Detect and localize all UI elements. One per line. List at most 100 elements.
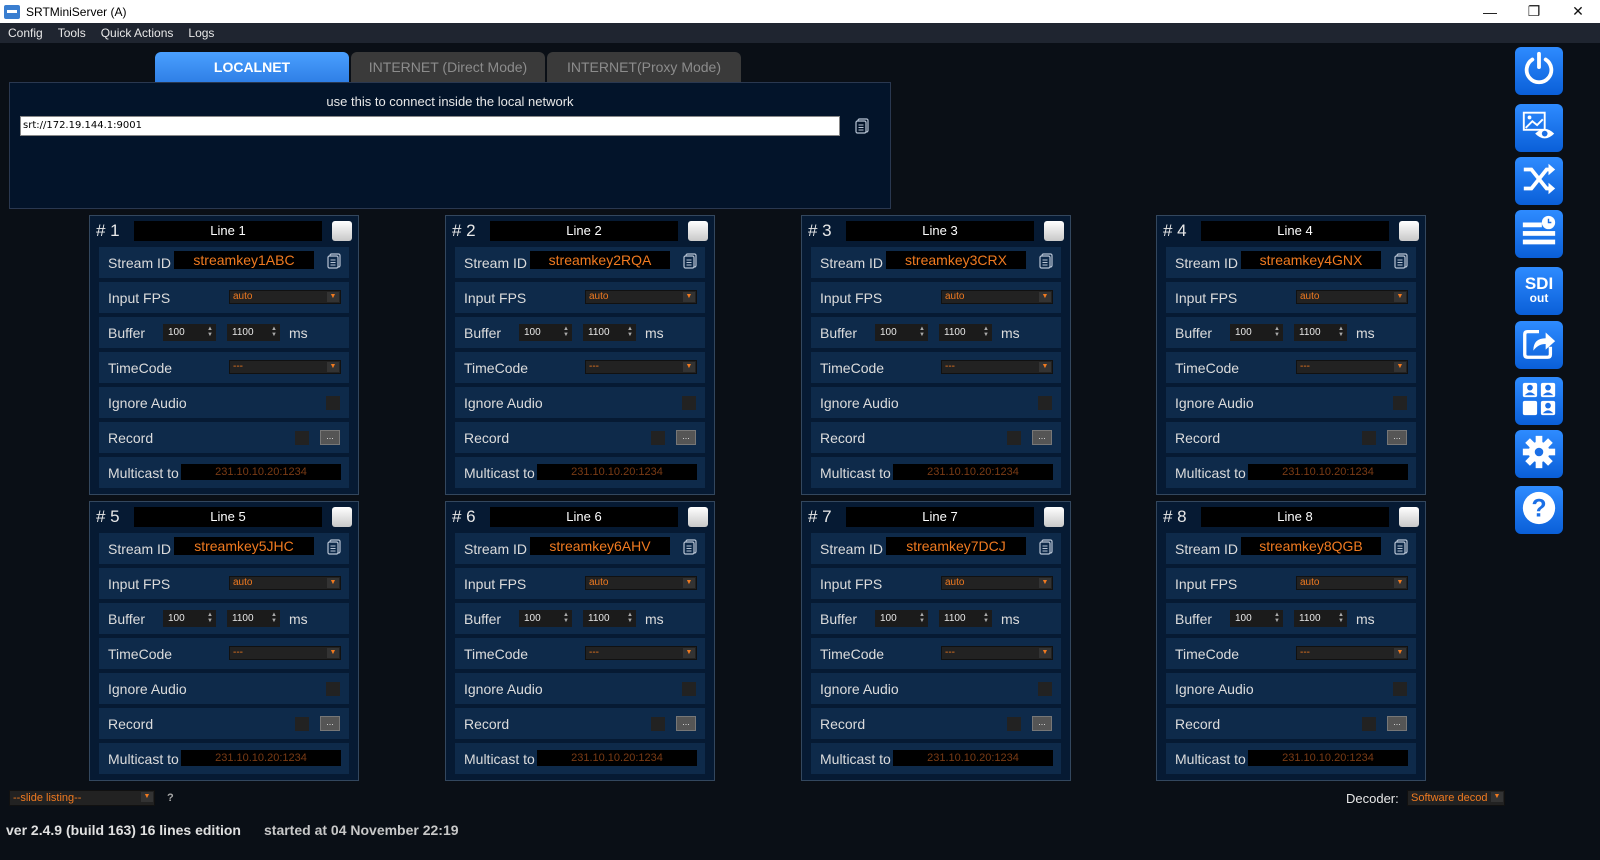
- ignore-audio-checkbox[interactable]: [1038, 682, 1052, 696]
- spinner-arrows-icon[interactable]: ▲ ▼: [982, 612, 990, 625]
- line-name-field[interactable]: Line 5: [134, 507, 322, 527]
- line-enable-checkbox[interactable]: [688, 221, 708, 241]
- stream-id-field[interactable]: streamkey4GNX: [1241, 251, 1381, 269]
- line-name-field[interactable]: Line 3: [846, 221, 1034, 241]
- ignore-audio-checkbox[interactable]: [682, 682, 696, 696]
- input-fps-dropdown[interactable]: auto ▼: [1296, 576, 1408, 590]
- line-enable-checkbox[interactable]: [688, 507, 708, 527]
- stream-id-field[interactable]: streamkey5JHC: [174, 537, 314, 555]
- multicast-field[interactable]: 231.10.10.20:1234: [181, 750, 341, 766]
- record-checkbox[interactable]: [651, 717, 665, 731]
- slide-help-button[interactable]: ?: [167, 792, 174, 804]
- copy-stream-id-icon[interactable]: [1039, 539, 1053, 555]
- line-enable-checkbox[interactable]: [332, 507, 352, 527]
- record-browse-button[interactable]: ...: [1032, 716, 1052, 731]
- timecode-dropdown[interactable]: --- ▼: [229, 360, 341, 374]
- input-fps-dropdown[interactable]: auto ▼: [1296, 290, 1408, 304]
- record-browse-button[interactable]: ...: [320, 430, 340, 445]
- buffer-min-spinner[interactable]: 100 ▲ ▼: [163, 324, 216, 341]
- preview-button[interactable]: [1515, 104, 1563, 152]
- ignore-audio-checkbox[interactable]: [1393, 682, 1407, 696]
- power-button[interactable]: [1515, 47, 1563, 95]
- srt-url-field[interactable]: srt://172.19.144.1:9001: [20, 116, 840, 136]
- record-browse-button[interactable]: ...: [1387, 716, 1407, 731]
- spinner-arrows-icon[interactable]: ▲ ▼: [1273, 612, 1281, 625]
- input-fps-dropdown[interactable]: auto ▼: [585, 576, 697, 590]
- buffer-max-spinner[interactable]: 1100 ▲ ▼: [227, 610, 280, 627]
- record-checkbox[interactable]: [1362, 717, 1376, 731]
- menu-tools[interactable]: Tools: [50, 26, 93, 40]
- line-name-field[interactable]: Line 2: [490, 221, 678, 241]
- spinner-arrows-icon[interactable]: ▲ ▼: [918, 612, 926, 625]
- buffer-min-spinner[interactable]: 100 ▲ ▼: [519, 324, 572, 341]
- buffer-min-spinner[interactable]: 100 ▲ ▼: [875, 324, 928, 341]
- buffer-max-spinner[interactable]: 1100 ▲ ▼: [939, 610, 992, 627]
- copy-stream-id-icon[interactable]: [1394, 539, 1408, 555]
- ignore-audio-checkbox[interactable]: [326, 396, 340, 410]
- copy-stream-id-icon[interactable]: [327, 253, 341, 269]
- record-browse-button[interactable]: ...: [1032, 430, 1052, 445]
- stream-id-field[interactable]: streamkey2RQA: [530, 251, 670, 269]
- share-button[interactable]: [1515, 321, 1563, 369]
- line-enable-checkbox[interactable]: [1399, 507, 1419, 527]
- shuffle-button[interactable]: [1515, 157, 1563, 205]
- record-checkbox[interactable]: [295, 431, 309, 445]
- spinner-arrows-icon[interactable]: ▲ ▼: [626, 326, 634, 339]
- buffer-max-spinner[interactable]: 1100 ▲ ▼: [939, 324, 992, 341]
- timecode-dropdown[interactable]: --- ▼: [941, 646, 1053, 660]
- menu-config[interactable]: Config: [0, 26, 50, 40]
- line-enable-checkbox[interactable]: [1044, 507, 1064, 527]
- multicast-field[interactable]: 231.10.10.20:1234: [893, 464, 1053, 480]
- input-fps-dropdown[interactable]: auto ▼: [229, 576, 341, 590]
- timecode-dropdown[interactable]: --- ▼: [1296, 646, 1408, 660]
- timecode-dropdown[interactable]: --- ▼: [585, 360, 697, 374]
- multicast-field[interactable]: 231.10.10.20:1234: [537, 750, 697, 766]
- ignore-audio-checkbox[interactable]: [1038, 396, 1052, 410]
- menu-quick-actions[interactable]: Quick Actions: [93, 26, 181, 40]
- buffer-min-spinner[interactable]: 100 ▲ ▼: [1230, 324, 1283, 341]
- stream-id-field[interactable]: streamkey1ABC: [174, 251, 314, 269]
- record-browse-button[interactable]: ...: [320, 716, 340, 731]
- line-enable-checkbox[interactable]: [332, 221, 352, 241]
- help-button[interactable]: ?: [1515, 486, 1563, 534]
- copy-stream-id-icon[interactable]: [683, 539, 697, 555]
- buffer-min-spinner[interactable]: 100 ▲ ▼: [875, 610, 928, 627]
- copy-stream-id-icon[interactable]: [683, 253, 697, 269]
- input-fps-dropdown[interactable]: auto ▼: [941, 290, 1053, 304]
- line-name-field[interactable]: Line 8: [1201, 507, 1389, 527]
- minimize-button[interactable]: —: [1468, 0, 1512, 23]
- timecode-dropdown[interactable]: --- ▼: [585, 646, 697, 660]
- record-checkbox[interactable]: [651, 431, 665, 445]
- stream-id-field[interactable]: streamkey7DCJ: [886, 537, 1026, 555]
- multicast-field[interactable]: 231.10.10.20:1234: [537, 464, 697, 480]
- line-enable-checkbox[interactable]: [1044, 221, 1064, 241]
- timecode-dropdown[interactable]: --- ▼: [1296, 360, 1408, 374]
- multicast-field[interactable]: 231.10.10.20:1234: [1248, 464, 1408, 480]
- spinner-arrows-icon[interactable]: ▲ ▼: [1337, 612, 1345, 625]
- record-checkbox[interactable]: [1007, 717, 1021, 731]
- record-checkbox[interactable]: [295, 717, 309, 731]
- decoder-dropdown[interactable]: Software decod ▼: [1407, 790, 1505, 806]
- copy-stream-id-icon[interactable]: [327, 539, 341, 555]
- stream-id-field[interactable]: streamkey3CRX: [886, 251, 1026, 269]
- restore-button[interactable]: ❐: [1512, 0, 1556, 23]
- ignore-audio-checkbox[interactable]: [682, 396, 696, 410]
- spinner-arrows-icon[interactable]: ▲ ▼: [206, 326, 214, 339]
- tab-internet-proxy[interactable]: INTERNET(Proxy Mode): [547, 52, 741, 82]
- buffer-max-spinner[interactable]: 1100 ▲ ▼: [1294, 324, 1347, 341]
- tab-localnet[interactable]: LOCALNET: [155, 52, 349, 82]
- record-checkbox[interactable]: [1007, 431, 1021, 445]
- buffer-min-spinner[interactable]: 100 ▲ ▼: [163, 610, 216, 627]
- buffer-min-spinner[interactable]: 100 ▲ ▼: [1230, 610, 1283, 627]
- menu-logs[interactable]: Logs: [180, 26, 221, 40]
- sdi-out-button[interactable]: SDI out: [1515, 267, 1563, 315]
- close-button[interactable]: ✕: [1556, 0, 1600, 23]
- gear-button[interactable]: [1515, 430, 1563, 478]
- record-browse-button[interactable]: ...: [676, 430, 696, 445]
- line-name-field[interactable]: Line 7: [846, 507, 1034, 527]
- copy-stream-id-icon[interactable]: [1394, 253, 1408, 269]
- spinner-arrows-icon[interactable]: ▲ ▼: [270, 612, 278, 625]
- ignore-audio-checkbox[interactable]: [1393, 396, 1407, 410]
- slide-listing-dropdown[interactable]: --slide listing-- ▼: [9, 790, 155, 806]
- timecode-dropdown[interactable]: --- ▼: [941, 360, 1053, 374]
